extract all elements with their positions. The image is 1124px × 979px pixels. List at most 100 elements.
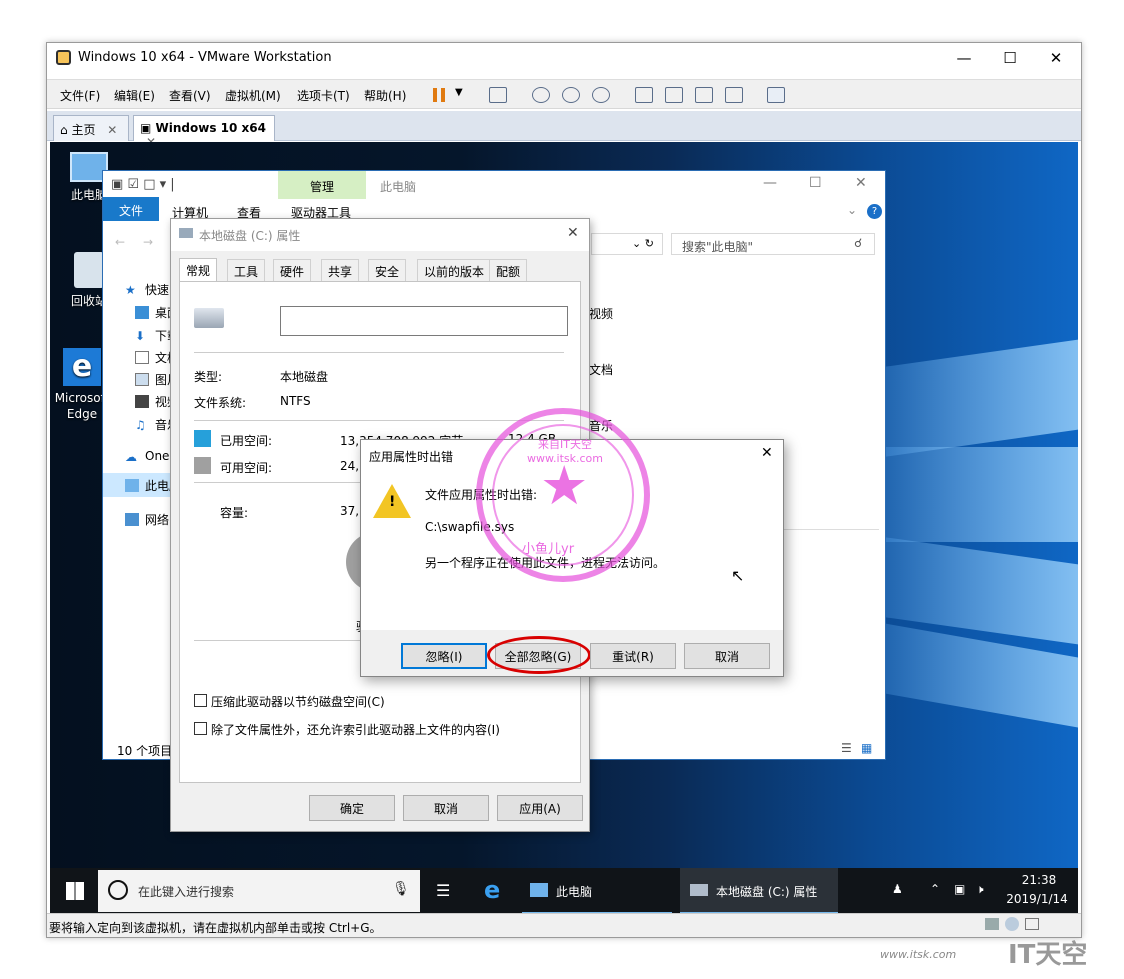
back-arrow-icon[interactable]: ← (115, 235, 125, 249)
tab-sharing[interactable]: 共享 (321, 259, 360, 281)
stamp-author: 小鱼儿yr (522, 542, 575, 557)
nav-onedrive[interactable]: ☁ One (125, 449, 169, 464)
taskbar-item-this-pc[interactable]: 此电脑 (522, 868, 672, 914)
drive-icon (179, 228, 193, 238)
start-windows-icon[interactable] (66, 882, 84, 900)
help-icon[interactable]: ? (867, 204, 882, 219)
tab-previous-versions[interactable]: 以前的版本 (417, 259, 492, 281)
recycle-bin-icon (74, 252, 104, 288)
minimize-button[interactable]: — (763, 175, 777, 191)
sidebar-toggle-icon[interactable] (635, 87, 653, 103)
send-keys-icon[interactable] (489, 87, 507, 103)
chevron-down-icon[interactable]: ⌄ (847, 203, 857, 217)
cd-icon[interactable] (1005, 917, 1019, 931)
drive-name-input[interactable] (280, 306, 568, 336)
cancel-button[interactable]: 取消 (403, 795, 489, 821)
highlight-circle (487, 636, 591, 674)
filesystem-value: NTFS (280, 394, 311, 408)
menu-view[interactable]: 查看(V) (169, 87, 211, 104)
people-icon[interactable]: ♟ (892, 882, 903, 896)
vmware-statusbar: 要将输入定向到该虚拟机，请在虚拟机内部单击或按 Ctrl+G。 (47, 913, 1081, 937)
tab-general[interactable]: 常规 (179, 258, 218, 282)
edge-icon[interactable]: e (484, 876, 500, 904)
revert-snapshot-icon[interactable] (562, 87, 580, 103)
folder-videos-label[interactable]: 视频 (589, 305, 613, 322)
search-placeholder: 搜索"此电脑" (682, 240, 754, 254)
pause-icon[interactable] (433, 88, 445, 102)
library-view-icon[interactable] (767, 87, 785, 103)
minimize-button[interactable]: — (941, 43, 987, 73)
microphone-icon[interactable]: 🎙 (392, 881, 410, 897)
ok-button[interactable]: 确定 (309, 795, 395, 821)
taskbar-item-properties[interactable]: 本地磁盘 (C:) 属性 (680, 868, 838, 914)
taskbar-search-box[interactable]: 在此键入进行搜索 🎙 (98, 870, 420, 912)
volume-icon[interactable]: 🕨 (976, 882, 984, 897)
hdd-icon[interactable] (985, 918, 999, 930)
divider (194, 420, 564, 421)
unity-icon[interactable] (725, 87, 743, 103)
fullscreen-icon[interactable] (695, 87, 713, 103)
download-icon: ⬇ (135, 329, 146, 343)
apply-button[interactable]: 应用(A) (497, 795, 583, 821)
maximize-button[interactable]: ☐ (809, 175, 822, 191)
wallpaper-logo (870, 447, 1078, 542)
search-input[interactable]: 搜索"此电脑" ☌ (671, 233, 875, 255)
tab-windows10-label: Windows 10 x64 (155, 121, 266, 135)
clock-time[interactable]: 21:38 (1018, 873, 1060, 887)
guest-screen[interactable]: 此电脑 回收站 e Microsoft Edge ▣ ☑ □ ▾ | 管理 此电… (50, 142, 1078, 914)
console-view-icon[interactable] (665, 87, 683, 103)
item-count: 10 个项目 (117, 744, 173, 758)
tab-security[interactable]: 安全 (368, 259, 407, 281)
tab-windows10[interactable]: ▣ Windows 10 x64 ✕ (133, 115, 275, 149)
tab-hardware[interactable]: 硬件 (273, 259, 312, 281)
retry-button[interactable]: 重试(R) (590, 643, 676, 669)
ribbon-tab-file[interactable]: 文件 (103, 197, 159, 221)
quick-access-toolbar[interactable]: ▣ ☑ □ ▾ | (111, 177, 175, 192)
tab-home-label: 主页 (71, 123, 96, 137)
clock-date[interactable]: 2019/1/14 (1002, 892, 1072, 906)
music-icon: ♫ (135, 418, 146, 432)
refresh-button[interactable]: ⌄ ↻ (591, 233, 663, 255)
cancel-button[interactable]: 取消 (684, 643, 770, 669)
maximize-button[interactable]: ☐ (987, 43, 1033, 73)
compress-checkbox[interactable] (194, 694, 207, 707)
snapshot-manager-icon[interactable] (592, 87, 610, 103)
chevron-down-icon[interactable]: ▼ (455, 87, 463, 98)
tab-tools[interactable]: 工具 (227, 259, 266, 281)
index-checkbox[interactable] (194, 722, 207, 735)
device-icon[interactable] (1025, 918, 1039, 930)
used-space-swatch (194, 430, 211, 447)
close-button[interactable]: ✕ (1033, 43, 1079, 73)
task-view-icon[interactable]: ☰ (436, 881, 450, 900)
tab-quota[interactable]: 配额 (489, 259, 528, 281)
free-space-swatch (194, 457, 211, 474)
chevron-up-icon[interactable]: ⌃ (930, 882, 940, 896)
folder-documents-label[interactable]: 文档 (589, 361, 613, 378)
menu-help[interactable]: 帮助(H) (364, 87, 406, 104)
ignore-button[interactable]: 忽略(I) (401, 643, 487, 669)
menu-file[interactable]: 文件(F) (60, 87, 100, 104)
manage-contextual-tab[interactable]: 管理 (278, 171, 366, 199)
window-title: Windows 10 x64 - VMware Workstation (78, 50, 332, 65)
tab-home[interactable]: ⌂ 主页 ✕ (53, 115, 129, 141)
menu-vm[interactable]: 虚拟机(M) (225, 87, 281, 104)
vmware-titlebar: Windows 10 x64 - VMware Workstation — ☐ … (47, 43, 1081, 73)
close-icon[interactable]: ✕ (107, 123, 117, 137)
warning-icon-mark: ! (389, 494, 396, 510)
details-view-icon[interactable]: ☰ (841, 741, 852, 755)
network-icon[interactable]: ▣ (954, 882, 965, 896)
nav-quick-access[interactable]: ★ 快速 (125, 281, 169, 298)
nav-network[interactable]: 网络 (125, 511, 169, 528)
snapshot-icon[interactable] (532, 87, 550, 103)
filesystem-label: 文件系统: (194, 396, 247, 410)
menu-tabs[interactable]: 选项卡(T) (297, 87, 350, 104)
nav-label: 网络 (145, 513, 170, 527)
document-icon (135, 351, 149, 364)
forward-arrow-icon[interactable]: → (143, 235, 153, 249)
close-button[interactable]: ✕ (567, 225, 579, 241)
cloud-icon: ☁ (125, 449, 137, 464)
menu-edit[interactable]: 编辑(E) (114, 87, 155, 104)
close-button[interactable]: ✕ (855, 175, 867, 191)
close-button[interactable]: ✕ (761, 445, 773, 461)
tiles-view-icon[interactable]: ▦ (861, 741, 872, 755)
